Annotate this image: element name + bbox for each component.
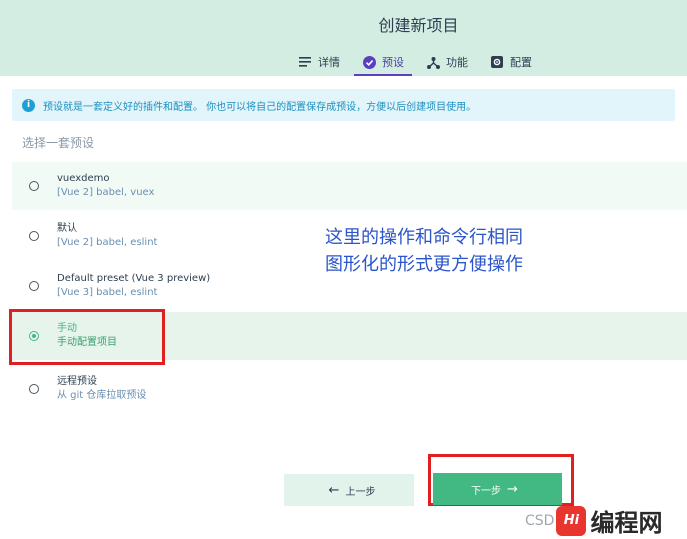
radio-button[interactable]: [29, 281, 39, 291]
preset-name: vuexdemo: [57, 173, 110, 184]
annotation-line-1: 这里的操作和命令行相同: [325, 227, 523, 248]
tab-details-label: 详情: [318, 56, 340, 69]
radio-button-selected[interactable]: [29, 331, 39, 341]
section-label: 选择一套预设: [22, 136, 95, 150]
preset-name: 远程预设: [57, 376, 97, 387]
tab-config[interactable]: 配置: [482, 48, 540, 76]
tab-config-label: 配置: [510, 56, 532, 69]
tab-features-label: 功能: [446, 56, 468, 69]
previous-button[interactable]: ← 上一步: [284, 474, 414, 506]
preset-option-vuexdemo[interactable]: vuexdemo [Vue 2] babel, vuex: [12, 162, 687, 210]
preset-desc: [Vue 2] babel, eslint: [57, 237, 158, 248]
tab-details[interactable]: 详情: [290, 48, 348, 76]
list-icon: [298, 55, 312, 69]
radio-button[interactable]: [29, 181, 39, 191]
preset-option-remote[interactable]: 远程预设 从 git 仓库拉取预设: [12, 365, 687, 413]
annotation-line-2: 图形化的形式更方便操作: [325, 254, 523, 275]
next-button[interactable]: 下一步 →: [433, 473, 562, 505]
watermark-csd: CSD: [525, 512, 555, 529]
watermark-text: 编程网: [590, 509, 663, 537]
radio-button[interactable]: [29, 231, 39, 241]
check-circle-icon: [362, 55, 376, 69]
arrow-left-icon: ←: [328, 482, 340, 498]
preset-option-manual[interactable]: 手动 手动配置项目: [12, 312, 687, 360]
watermark-logo-icon: Hi: [556, 505, 587, 536]
preset-desc: 手动配置项目: [57, 337, 117, 348]
preset-name: 默认: [57, 223, 77, 234]
info-banner: i 预设就是一套定义好的插件和配置。 你也可以将自己的配置保存成预设，方便以后创…: [12, 89, 675, 121]
tab-presets[interactable]: 预设: [354, 48, 412, 76]
header: 创建新项目 详情 预设 功能 配置: [0, 0, 687, 76]
arrow-right-icon: →: [507, 481, 518, 497]
previous-button-label: 上一步: [345, 486, 376, 498]
preset-desc: [Vue 3] babel, eslint: [57, 287, 158, 298]
tab-presets-label: 预设: [382, 56, 404, 69]
radio-button[interactable]: [29, 384, 39, 394]
preset-name: Default preset (Vue 3 preview): [57, 273, 211, 284]
preset-desc: 从 git 仓库拉取预设: [57, 390, 147, 401]
info-icon: i: [22, 98, 35, 112]
fork-icon: [426, 55, 440, 69]
gear-icon: [490, 55, 504, 69]
watermark: CSD Hi 编程网: [525, 503, 662, 538]
preset-name: 手动: [57, 323, 77, 334]
tab-features[interactable]: 功能: [418, 48, 476, 76]
info-text: 预设就是一套定义好的插件和配置。 你也可以将自己的配置保存成预设，方便以后创建项…: [43, 101, 477, 113]
step-tabs: 详情 预设 功能 配置: [290, 48, 546, 76]
preset-desc: [Vue 2] babel, vuex: [57, 187, 155, 198]
annotation-text: 这里的操作和命令行相同 图形化的形式更方便操作: [325, 224, 523, 278]
page-title: 创建新项目: [378, 16, 459, 35]
next-button-label: 下一步: [471, 485, 502, 497]
